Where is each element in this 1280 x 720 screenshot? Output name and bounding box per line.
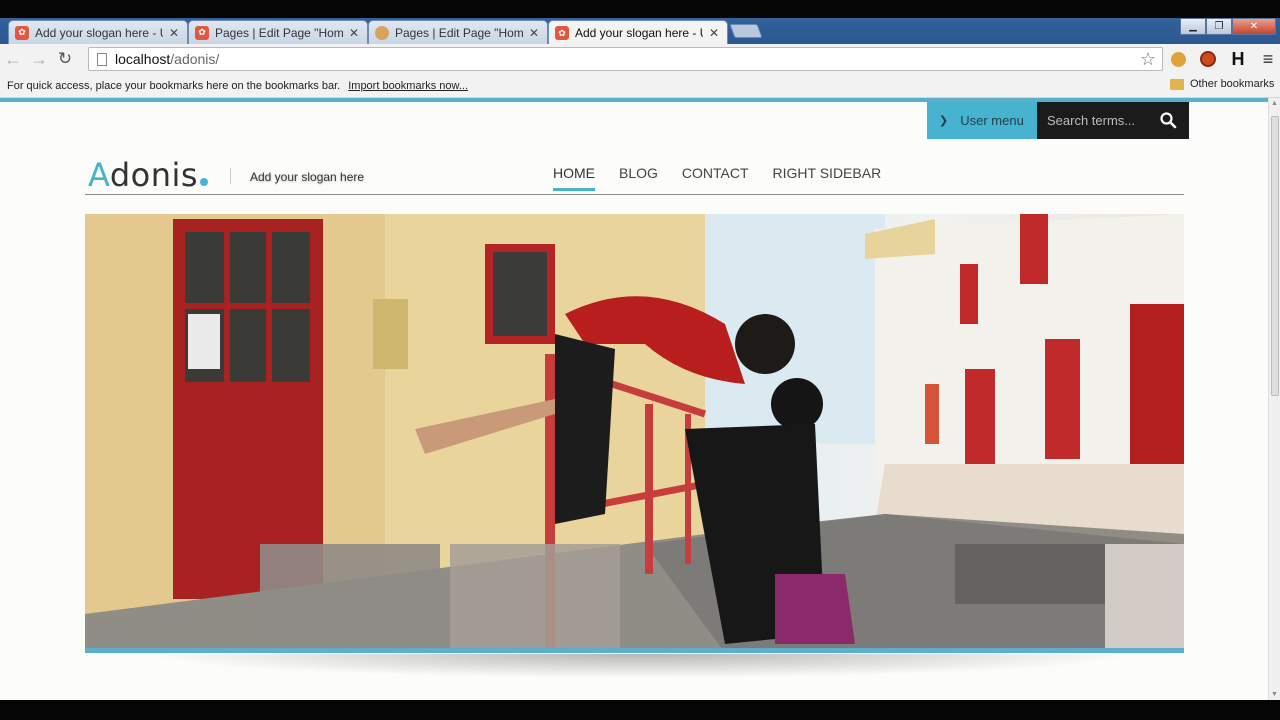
new-tab-button[interactable] [729,24,763,38]
url-path: /adonis/ [170,51,220,67]
nav-item-right-sidebar[interactable]: RIGHT SIDEBAR [773,165,882,191]
nav-item-contact[interactable]: CONTACT [682,165,749,191]
bookmarks-bar: For quick access, place your bookmarks h… [0,74,1280,98]
window-controls: ▁ ❐ ✕ [1180,18,1276,35]
site-slogan: Add your slogan here [250,170,365,184]
tab-title: Pages | Edit Page "Home" [395,25,523,40]
screen-bottom-edge [0,700,1280,720]
tab-title: Add your slogan here - Ur [35,25,163,40]
site-logo[interactable]: Adonis [88,156,209,194]
hero-photo [85,214,1184,653]
folder-icon [1170,78,1184,90]
restore-icon[interactable]: ❐ [1206,18,1232,35]
tab-close-icon[interactable]: ✕ [347,26,361,40]
other-bookmarks-label: Other bookmarks [1190,78,1275,90]
h-extension-icon[interactable]: H [1228,49,1248,69]
main-navigation: HOME BLOG CONTACT RIGHT SIDEBAR [553,165,905,191]
scroll-down-icon[interactable]: ▼ [1271,691,1278,698]
screen-top-edge [0,0,1280,18]
bookmarks-message: For quick access, place your bookmarks h… [7,79,341,92]
close-icon[interactable]: ✕ [1232,18,1276,35]
browser-tab[interactable]: ✿ Add your slogan here - Ur ✕ [8,20,188,44]
user-menu-label: User menu [960,113,1024,128]
import-bookmarks-link[interactable]: Import bookmarks now... [348,80,468,92]
user-menu-button[interactable]: ❯ User menu [927,102,1037,139]
tab-title: Pages | Edit Page "Home" [215,25,343,40]
tab-close-icon[interactable]: ✕ [167,26,181,40]
tab-title: Add your slogan here - Ur [575,26,703,40]
url-host: localhost [115,51,171,67]
tab-close-icon[interactable]: ✕ [707,26,721,40]
address-bar[interactable]: localhost/adonis/ ☆ [88,47,1163,71]
page-viewport: ❯ User menu Search terms... Adonis Add y… [0,98,1280,700]
hero-slider-image[interactable] [85,214,1184,653]
logo-letter: A [88,156,110,194]
chevron-down-icon: ❯ [939,115,949,127]
slogan-divider [230,168,231,184]
tab-close-icon[interactable]: ✕ [527,26,541,40]
page-icon [97,52,107,66]
browser-toolbar: ← → ↻ localhost/adonis/ ☆ H ≡ [0,44,1280,74]
browser-tab[interactable]: ✿ Pages | Edit Page "Home" ✕ [188,20,368,44]
site-favicon-icon: ✿ [195,25,209,40]
other-bookmarks-button[interactable]: Other bookmarks [1170,78,1274,90]
scroll-up-icon[interactable]: ▲ [1271,100,1278,107]
hero-accent-line [85,648,1184,653]
site-favicon-icon: ✿ [15,25,29,40]
logo-dot [200,178,209,186]
chrome-menu-icon[interactable]: ≡ [1258,49,1278,69]
forward-arrow-icon[interactable]: → [26,49,52,70]
nav-item-blog[interactable]: BLOG [619,165,658,191]
star-icon[interactable]: ☆ [1140,49,1156,70]
scrollbar-thumb[interactable] [1271,116,1279,396]
cookie-extension-icon[interactable] [1168,49,1188,69]
site-favicon-icon: ✿ [555,26,569,40]
page-scrollbar[interactable]: ▲ ▼ [1268,98,1280,700]
back-arrow-icon[interactable]: ← [0,49,26,70]
search-icon[interactable] [1159,111,1177,129]
search-placeholder: Search terms... [1047,113,1136,128]
reload-icon[interactable]: ↻ [52,49,78,69]
block-extension-icon[interactable] [1198,49,1218,69]
browser-tab[interactable]: Pages | Edit Page "Home" ✕ [368,20,548,44]
header-divider [85,194,1184,195]
loading-favicon-icon [375,25,389,40]
hero-shadow [140,654,1140,678]
nav-item-home[interactable]: HOME [553,165,595,191]
logo-text: donis [109,156,199,194]
search-input[interactable]: Search terms... [1037,102,1189,139]
minimize-icon[interactable]: ▁ [1180,18,1206,35]
browser-tab-active[interactable]: ✿ Add your slogan here - Ur ✕ [548,20,728,45]
